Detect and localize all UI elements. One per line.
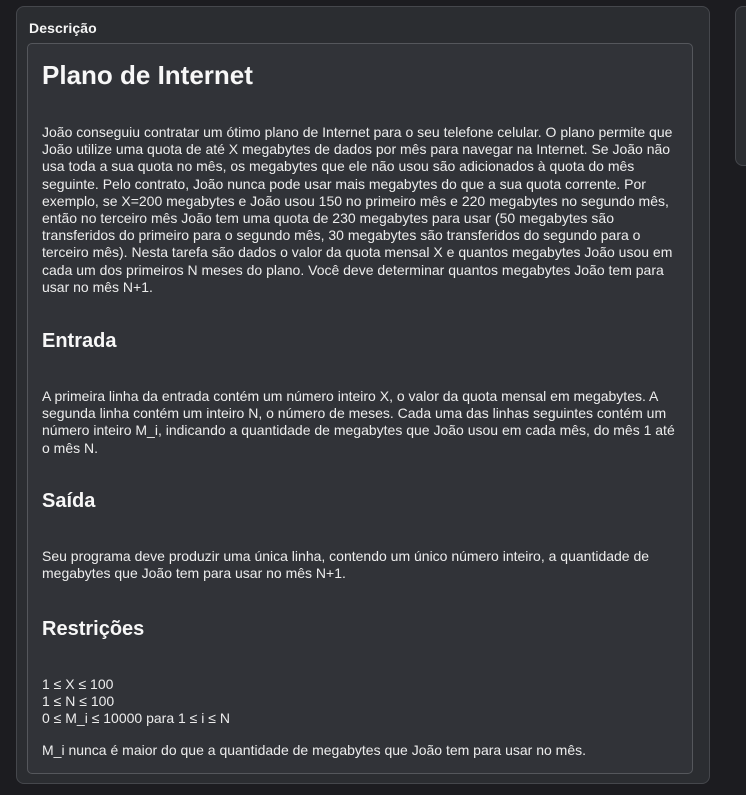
input-description: A primeira linha da entrada contém um nú… bbox=[42, 388, 675, 456]
output-heading: Saída bbox=[42, 490, 96, 512]
problem-statement-box: Plano de Internet João conseguiu contrat… bbox=[27, 43, 693, 774]
input-heading: Entrada bbox=[42, 330, 117, 352]
constraint-item: 1 ≤ X ≤ 100 bbox=[42, 676, 114, 692]
description-panel: Descrição Plano de Internet João consegu… bbox=[16, 6, 710, 784]
constraints-note: M_i nunca é maior do que a quantidade de… bbox=[42, 742, 587, 758]
problem-title: Plano de Internet bbox=[42, 60, 253, 90]
constraints-list: 1 ≤ X ≤ 100 1 ≤ N ≤ 100 0 ≤ M_i ≤ 10000 … bbox=[42, 676, 682, 728]
panel-title: Descrição bbox=[29, 20, 97, 36]
constraint-item: 1 ≤ N ≤ 100 bbox=[42, 693, 115, 710]
problem-statement: João conseguiu contratar um ótimo plano … bbox=[42, 124, 673, 295]
constraint-item: 0 ≤ M_i ≤ 10000 para 1 ≤ i ≤ N bbox=[42, 710, 230, 727]
constraints-heading: Restrições bbox=[42, 618, 145, 640]
side-panel bbox=[735, 6, 746, 166]
output-description: Seu programa deve produzir uma única lin… bbox=[42, 548, 650, 582]
